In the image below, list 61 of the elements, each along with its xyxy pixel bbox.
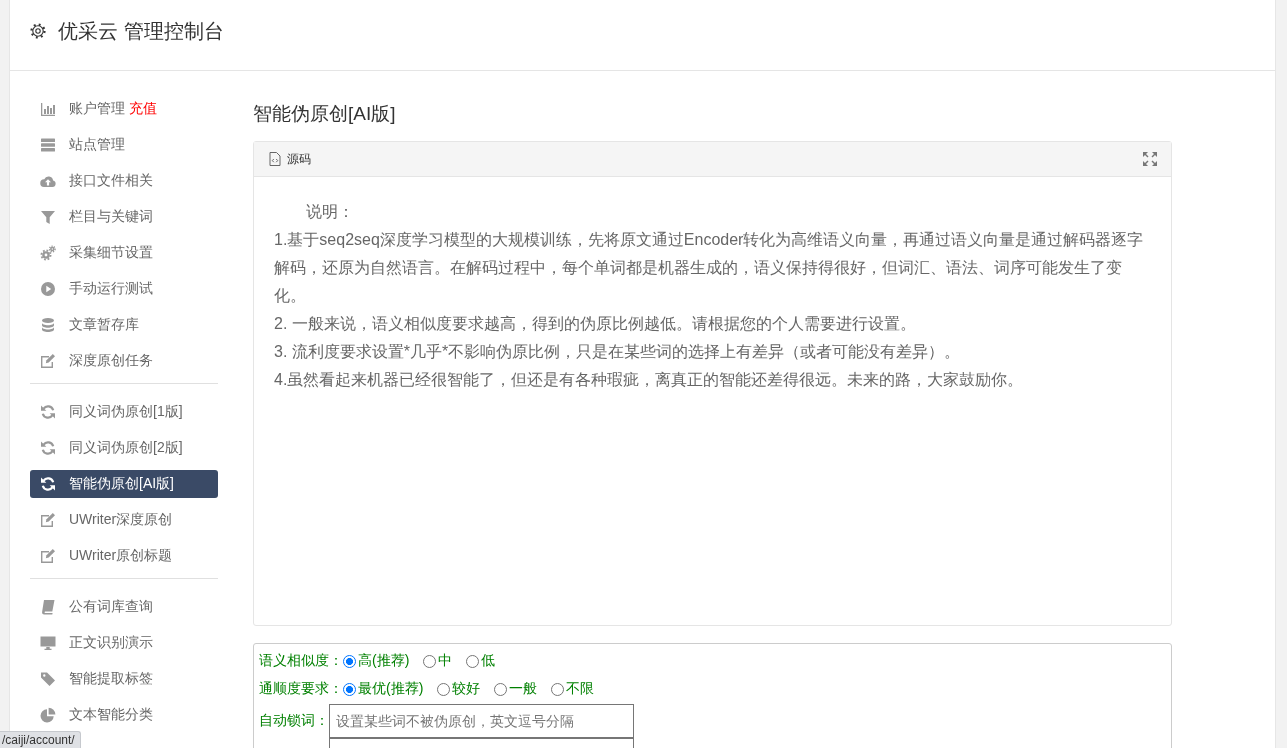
radio-option-label[interactable]: 低 [481, 652, 496, 670]
refresh-icon [40, 440, 56, 456]
radio-option-label[interactable]: 中 [438, 652, 453, 670]
sidebar-item[interactable]: 文本智能分类 [30, 701, 218, 729]
app-title: 优采云 管理控制台 [58, 19, 224, 43]
panel-title: 源码 [287, 150, 311, 168]
bar-chart-icon [40, 101, 56, 117]
radio-option-label[interactable]: 一般 [509, 680, 538, 698]
sidebar-item[interactable]: 手动运行测试 [30, 275, 218, 303]
description-paragraph: 2. 一般来说，语义相似度要求越高，得到的伪原比例越低。请根据您的个人需要进行设置。 [274, 314, 917, 334]
radio-button[interactable] [437, 682, 451, 696]
gears-icon [40, 245, 56, 261]
sidebar-item[interactable]: 公有词库查询 [30, 593, 218, 621]
sidebar-item[interactable]: 智能伪原创[AI版] [30, 470, 218, 498]
status-url: /caiji/account/ [0, 731, 81, 748]
radio-option-label[interactable]: 高(推荐) [358, 652, 410, 670]
sidebar-item[interactable]: 文章暂存库 [30, 311, 218, 339]
sidebar-item[interactable]: 同义词伪原创[2版] [30, 434, 218, 462]
radio-option-label[interactable]: 较好 [452, 680, 481, 698]
funnel-icon [40, 209, 56, 225]
sidebar-item[interactable]: 采集细节设置 [30, 239, 218, 267]
sidebar-item[interactable]: UWriter原创标题 [30, 542, 218, 570]
monitor-icon [40, 635, 56, 651]
description-paragraph: 3. 流利度要求设置*几乎*不影响伪原比例，只是在某些词的选择上有差异（或者可能没有差异）。 [274, 342, 962, 362]
database-icon [40, 317, 56, 333]
option-label: 自动锁词： [259, 711, 329, 730]
radio-option-label[interactable]: 最优(推荐) [358, 680, 424, 698]
sidebar-item[interactable]: 栏目与关键词 [30, 203, 218, 231]
cloud-upload-icon [40, 173, 56, 189]
pie-chart-icon [40, 707, 56, 723]
sidebar-item[interactable]: UWriter深度原创 [30, 506, 218, 534]
tag-icon [40, 671, 56, 687]
description-paragraph: 4.虽然看起来机器已经很智能了，但还是有各种瑕疵，离真正的智能还差得很远。未来的路，大家鼓励你。 [274, 370, 1025, 390]
sidebar-item[interactable]: 深度原创任务 [30, 347, 218, 375]
option-label: 语义相似度： [259, 652, 343, 670]
sidebar-item[interactable]: 同义词伪原创[1版] [30, 398, 218, 426]
sidebar-item[interactable]: 接口文件相关 [30, 167, 218, 195]
settings-icon [30, 23, 46, 39]
server-stack-icon [40, 137, 56, 153]
description-paragraph: 1.基于seq2seq深度学习模型的大规模训练，先将原文通过Encoder转化为高维语义向量，再通过语义向量是通过解码器逐字解码，还原为自然语言。在解码过程中，每个单词都是机器生成的，语义保持得很好，但词汇、语法、词序可能发生了变化。 [274, 230, 1145, 306]
fullscreen-icon[interactable] [1143, 152, 1157, 166]
radio-button[interactable] [343, 682, 356, 696]
radio-button[interactable] [423, 654, 437, 668]
sidebar-item[interactable]: 站点管理 [30, 131, 218, 159]
radio-button[interactable] [343, 654, 356, 668]
refresh-icon [40, 476, 56, 492]
radio-option-label[interactable]: 不限 [566, 680, 595, 698]
recharge-link[interactable]: 充值 [129, 100, 157, 118]
option-label: 通顺度要求： [259, 680, 343, 698]
radio-button[interactable] [466, 654, 480, 668]
sidebar-item[interactable]: 正文识别演示 [30, 629, 218, 657]
refresh-icon [40, 404, 56, 420]
radio-button[interactable] [494, 682, 508, 696]
intro-text: 说明： [305, 202, 355, 222]
code-file-icon [269, 152, 281, 166]
sidebar-item[interactable]: 账户管理 充值 [30, 95, 218, 123]
sidebar-item[interactable]: 智能提取标签 [30, 665, 218, 693]
radio-button[interactable] [551, 682, 565, 696]
page-title: 智能伪原创[AI版] [253, 102, 397, 126]
input-field[interactable]: 设置某些词不被伪原创，英文逗号分隔 [329, 703, 634, 738]
book-icon [40, 599, 56, 615]
